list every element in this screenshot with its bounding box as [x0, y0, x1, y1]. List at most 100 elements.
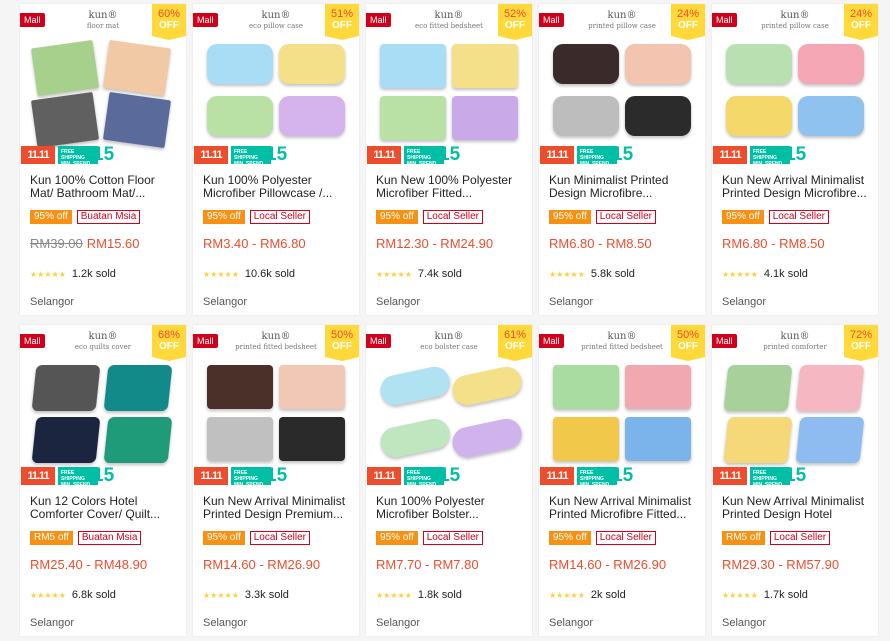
product-image[interactable]: kun® eco pillow case Mall 51% OFF 11.11 …: [193, 4, 359, 172]
rating-row: ★★★★★ 6.8k sold: [30, 589, 116, 601]
sold-count: 1.7k sold: [763, 589, 808, 601]
product-swatch: [103, 365, 173, 411]
product-title[interactable]: Kun 12 Colors Hotel Comforter Cover/ Qui…: [30, 495, 178, 521]
product-tags: 95% off Local Seller: [376, 531, 483, 545]
campaign-1111-label: 11.11: [194, 146, 228, 164]
current-price: RM14.60 - RM26.90: [549, 557, 667, 572]
campaign-banner: 11.11 FREE SHIPPING MIN. SPEND 15: [366, 465, 478, 488]
product-swatch: [279, 365, 345, 409]
sold-count: 7.4k sold: [417, 268, 462, 280]
discount-tag: 95% off: [30, 210, 72, 224]
product-card[interactable]: kun® eco fitted bedsheet Mall 52% OFF 11…: [366, 4, 532, 315]
discount-off-label: OFF: [678, 341, 698, 352]
free-shipping-amount: 15: [439, 144, 461, 165]
product-title[interactable]: Kun New Arrival Minimalist Printed Desig…: [722, 174, 870, 200]
product-image[interactable]: kun® eco quilts cover Mall 68% OFF 11.11…: [20, 325, 186, 493]
product-title[interactable]: Kun 100% Polyester Microfiber Bolster...: [376, 495, 524, 521]
product-card[interactable]: kun® eco bolster case Mall 61% OFF 11.11…: [366, 325, 532, 636]
campaign-banner: 11.11 FREE SHIPPING MIN. SPEND 15: [20, 465, 132, 488]
product-title[interactable]: Kun New Arrival Minimalist Printed Desig…: [203, 495, 351, 521]
price: RM3.40 - RM6.80: [203, 236, 306, 251]
product-card[interactable]: kun® printed fitted bedsheet Mall 50% OF…: [193, 325, 359, 636]
product-image[interactable]: kun® floor mat Mall 60% OFF 11.11 FREE S…: [20, 4, 186, 172]
product-swatch: [30, 39, 100, 97]
product-swatch: [726, 96, 792, 136]
product-swatch: [31, 365, 101, 411]
discount-badge: 51% OFF: [325, 4, 359, 40]
seller-tag: Local Seller: [769, 531, 831, 545]
product-image[interactable]: kun® printed pillow case Mall 24% OFF 11…: [539, 4, 705, 172]
star-rating-icon: ★★★★★: [549, 270, 585, 279]
shop-location: Selangor: [722, 617, 767, 629]
current-price: RM15.60: [86, 236, 140, 251]
discount-tag: 95% off: [376, 210, 418, 224]
free-shipping-amount: 15: [785, 144, 807, 165]
product-swatch: [207, 44, 273, 84]
product-swatch: [553, 96, 619, 136]
product-swatch: [377, 416, 453, 460]
product-card[interactable]: kun® printed comforter Mall 72% OFF 11.1…: [712, 325, 878, 636]
product-card[interactable]: kun® eco pillow case Mall 51% OFF 11.11 …: [193, 4, 359, 315]
product-image[interactable]: kun® eco fitted bedsheet Mall 52% OFF 11…: [366, 4, 532, 172]
current-price: RM7.70 - RM7.80: [376, 557, 479, 572]
shop-location: Selangor: [376, 296, 421, 308]
product-title[interactable]: Kun 100% Polyester Microfiber Pillowcase…: [203, 174, 351, 200]
campaign-1111-label: 11.11: [367, 467, 401, 485]
rating-row: ★★★★★ 5.8k sold: [549, 268, 635, 280]
product-image[interactable]: kun® printed fitted bedsheet Mall 50% OF…: [193, 325, 359, 493]
discount-percent: 51%: [330, 8, 354, 20]
product-swatch: [452, 96, 518, 140]
free-shipping-label: FREE SHIPPING MIN. SPEND: [58, 467, 98, 488]
discount-tag: RM5 off: [30, 531, 73, 545]
product-title[interactable]: Kun New Arrival Minimalist Printed Micro…: [549, 495, 697, 521]
discount-badge: 68% OFF: [152, 325, 186, 361]
discount-percent: 60%: [157, 8, 181, 20]
product-title[interactable]: Kun Minimalist Printed Design Microfibre…: [549, 174, 697, 200]
seller-tag: Local Seller: [422, 531, 483, 545]
sold-count: 6.8k sold: [71, 589, 116, 601]
product-title[interactable]: Kun New 100% Polyester Microfiber Fitted…: [376, 174, 524, 200]
campaign-banner: 11.11 FREE SHIPPING MIN. SPEND 15: [712, 465, 824, 488]
product-swatch: [380, 96, 446, 140]
product-tags: 95% off Local Seller: [549, 210, 656, 224]
product-image[interactable]: kun® printed comforter Mall 72% OFF 11.1…: [712, 325, 878, 493]
product-card[interactable]: kun® printed fitted bedsheet Mall 50% OF…: [539, 325, 705, 636]
product-swatch: [625, 417, 691, 461]
product-swatch: [207, 365, 273, 409]
product-swatch: [452, 44, 518, 88]
star-rating-icon: ★★★★★: [722, 270, 758, 279]
discount-off-label: OFF: [332, 341, 352, 352]
product-image[interactable]: kun® printed pillow case Mall 24% OFF 11…: [712, 4, 878, 172]
product-image[interactable]: kun® printed fitted bedsheet Mall 50% OF…: [539, 325, 705, 493]
campaign-banner: 11.11 FREE SHIPPING MIN. SPEND 15: [712, 144, 824, 167]
star-rating-icon: ★★★★★: [203, 591, 239, 600]
product-card[interactable]: kun® printed pillow case Mall 24% OFF 11…: [539, 4, 705, 315]
current-price: RM6.80 - RM8.50: [549, 236, 652, 251]
product-swatch: [31, 417, 101, 463]
product-image[interactable]: kun® eco bolster case Mall 61% OFF 11.11…: [366, 325, 532, 493]
product-card[interactable]: kun® printed pillow case Mall 24% OFF 11…: [712, 4, 878, 315]
product-tags: RM5 off Local Seller: [722, 531, 831, 545]
discount-tag: 95% off: [203, 210, 245, 224]
sold-count: 4.1k sold: [763, 268, 808, 280]
discount-percent: 52%: [503, 8, 527, 20]
mall-badge: Mall: [712, 13, 737, 27]
free-shipping-amount: 15: [612, 144, 634, 165]
product-swatch: [795, 417, 865, 463]
product-title[interactable]: Kun New Arrival Minimalist Printed Desig…: [722, 495, 870, 521]
price: RM6.80 - RM8.50: [722, 236, 825, 251]
product-swatch: [279, 44, 345, 84]
product-swatch: [103, 417, 173, 463]
product-swatch: [553, 417, 619, 461]
product-card[interactable]: kun® floor mat Mall 60% OFF 11.11 FREE S…: [20, 4, 186, 315]
product-title[interactable]: Kun 100% Cotton Floor Mat/ Bathroom Mat/…: [30, 174, 178, 200]
campaign-banner: 11.11 FREE SHIPPING MIN. SPEND 15: [193, 465, 305, 488]
original-price: RM39.00: [30, 236, 83, 251]
shop-location: Selangor: [30, 617, 75, 629]
discount-badge: 52% OFF: [498, 4, 532, 40]
campaign-1111-label: 11.11: [194, 467, 228, 485]
rating-row: ★★★★★ 1.7k sold: [722, 589, 808, 601]
product-card[interactable]: kun® eco quilts cover Mall 68% OFF 11.11…: [20, 325, 186, 636]
sold-count: 2k sold: [590, 589, 626, 601]
sold-count: 5.8k sold: [590, 268, 635, 280]
